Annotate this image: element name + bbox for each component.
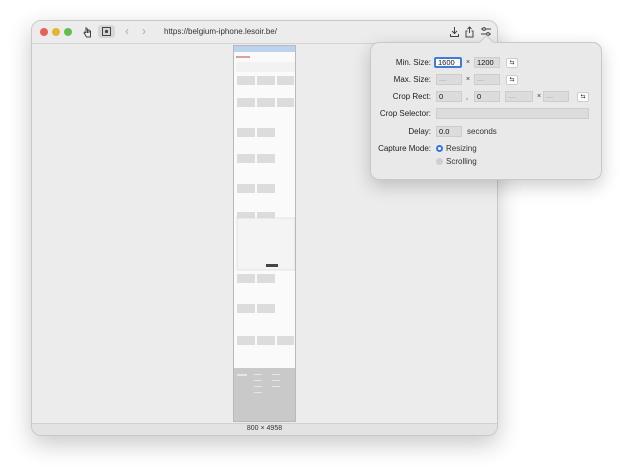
crop-rect-label: Crop Rect: <box>392 92 431 101</box>
chevron-left-icon[interactable]: ‹ <box>125 25 129 38</box>
times-separator: × <box>466 76 471 83</box>
hand-pointer-icon[interactable] <box>81 26 93 38</box>
capture-target-icon[interactable] <box>98 25 115 38</box>
capture-mode-label: Capture Mode: <box>378 144 431 153</box>
share-icon[interactable] <box>463 26 475 38</box>
download-icon[interactable] <box>448 26 460 38</box>
capture-settings-popover: Min. Size: 1600 × 1200 ⇆ Max. Size: — × … <box>370 34 602 180</box>
radio-scrolling-label[interactable]: Scrolling <box>446 156 477 168</box>
swap-dimensions-icon[interactable]: ⇆ <box>577 92 589 102</box>
crop-y-field[interactable]: 0 <box>474 91 500 102</box>
min-height-field[interactable]: 1200 <box>474 57 500 68</box>
page-dimensions: 800 × 4958 <box>246 425 283 432</box>
crop-height-field[interactable]: — <box>543 91 569 102</box>
swap-dimensions-icon[interactable]: ⇆ <box>506 75 518 85</box>
times-separator: × <box>537 93 542 100</box>
min-width-field[interactable]: 1600 <box>434 57 462 68</box>
radio-resizing[interactable] <box>436 145 443 152</box>
times-separator: × <box>466 59 471 66</box>
max-width-field[interactable]: — <box>436 74 462 85</box>
toolbar: ‹ › https://belgium-iphone.lesoir.be/ <box>32 21 497 44</box>
max-height-field[interactable]: — <box>474 74 500 85</box>
radio-scrolling[interactable] <box>436 158 443 165</box>
url-field[interactable]: https://belgium-iphone.lesoir.be/ <box>158 23 463 40</box>
delay-unit: seconds <box>467 127 497 136</box>
crop-selector-label: Crop Selector: <box>379 109 431 118</box>
comma-separator: , <box>466 94 468 101</box>
max-size-label: Max. Size: <box>393 75 431 84</box>
minimize-window-button[interactable] <box>52 28 60 36</box>
status-bar: 800 × 4958 <box>32 423 497 435</box>
crop-selector-field[interactable] <box>436 108 589 119</box>
swap-dimensions-icon[interactable]: ⇆ <box>506 58 518 68</box>
page-preview-thumbnail[interactable] <box>233 45 296 422</box>
zoom-window-button[interactable] <box>64 28 72 36</box>
chevron-right-icon[interactable]: › <box>142 25 146 38</box>
radio-resizing-label[interactable]: Resizing <box>446 143 477 155</box>
delay-field[interactable]: 0.0 <box>436 126 462 137</box>
min-size-label: Min. Size: <box>395 58 431 67</box>
crop-x-field[interactable]: 0 <box>436 91 462 102</box>
close-window-button[interactable] <box>40 28 48 36</box>
crop-width-field[interactable]: — <box>505 91 533 102</box>
delay-label: Delay: <box>408 127 431 136</box>
